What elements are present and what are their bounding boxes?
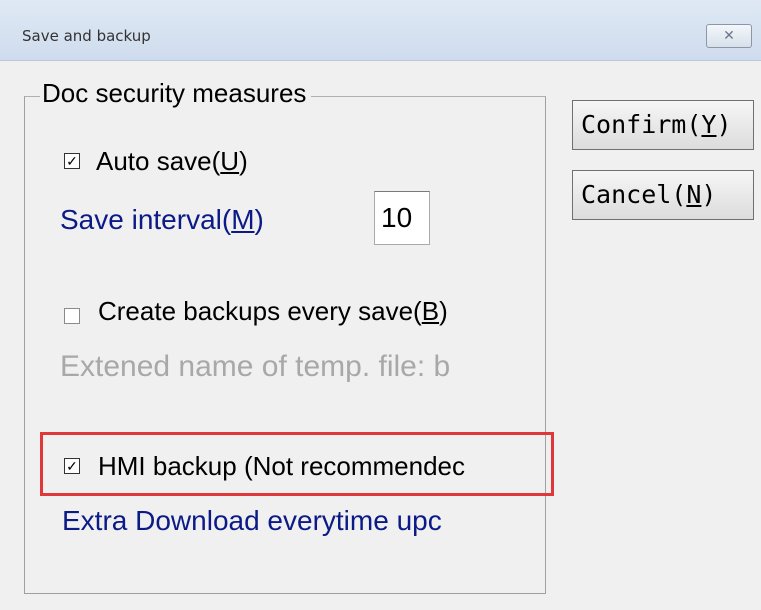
save-interval-end: ) (254, 204, 264, 235)
confirm-mnemonic: Y (701, 110, 717, 139)
auto-save-end: ) (239, 146, 248, 176)
window-title: Save and backup (22, 27, 151, 45)
create-backups-mnemonic: B (421, 296, 440, 326)
create-backups-text: Create backups every save( (98, 296, 422, 326)
create-backups-label[interactable]: Create backups every save(B) (98, 296, 448, 327)
close-icon: ✕ (723, 28, 735, 44)
confirm-button-end: ) (716, 110, 732, 139)
groupbox-title: Doc security measures (40, 78, 312, 109)
checkmark-icon: ✓ (66, 458, 78, 474)
confirm-button[interactable]: Confirm(Y) (572, 100, 754, 150)
cancel-button-end: ) (701, 180, 717, 209)
save-backup-dialog: Save and backup ✕ Doc security measures … (0, 0, 761, 610)
hmi-backup-checkbox[interactable]: ✓ (64, 458, 80, 474)
auto-save-mnemonic: U (220, 146, 240, 176)
hmi-backup-label[interactable]: HMI backup (Not recommendec (98, 451, 465, 482)
extra-download-label: Extra Download everytime upc (62, 505, 442, 536)
save-interval-mnemonic: M (231, 204, 255, 235)
cancel-button-label: Cancel( (581, 180, 687, 209)
save-interval-label: Save interval(M) (60, 204, 264, 236)
close-button[interactable]: ✕ (706, 24, 752, 48)
extra-download-clip: Extra Download everytime upc (40, 500, 554, 550)
cancel-mnemonic: N (686, 180, 702, 209)
temp-file-clip: Extened name of temp. file: b (40, 346, 554, 394)
auto-save-text: Auto save( (96, 146, 221, 176)
cancel-button[interactable]: Cancel(N) (572, 170, 754, 220)
confirm-button-label: Confirm( (581, 110, 702, 139)
auto-save-label[interactable]: Auto save(U) (96, 146, 248, 177)
create-backups-end: ) (439, 296, 448, 326)
hmi-backup-clip: ✓ HMI backup (Not recommendec (40, 440, 554, 490)
checkmark-icon: ✓ (66, 153, 78, 169)
title-bar: Save and backup ✕ (0, 0, 761, 61)
save-interval-input[interactable] (374, 191, 430, 245)
auto-save-checkbox[interactable]: ✓ (64, 153, 80, 169)
save-interval-text: Save interval( (60, 204, 232, 235)
temp-file-extension-label: Extened name of temp. file: b (60, 350, 451, 383)
create-backups-checkbox[interactable] (64, 308, 80, 324)
